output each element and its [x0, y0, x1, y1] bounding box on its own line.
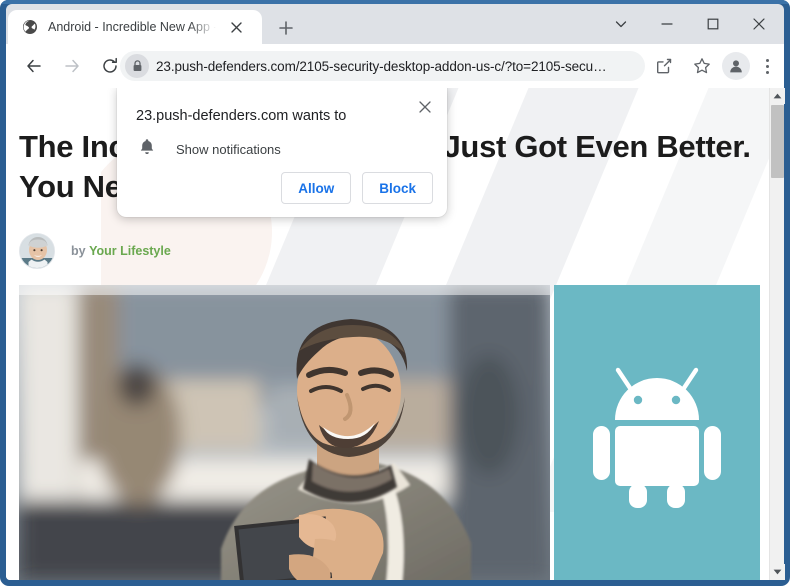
android-robot-icon: [593, 367, 721, 508]
address-bar[interactable]: 23.push-defenders.com/2105-security-desk…: [120, 51, 645, 81]
new-tab-button[interactable]: [274, 16, 298, 40]
minimize-icon: [661, 23, 673, 25]
chrome-menu-icon[interactable]: [754, 51, 780, 81]
tab-close-icon[interactable]: [228, 19, 245, 36]
globe-icon: [22, 19, 38, 35]
share-icon[interactable]: [648, 50, 680, 82]
byline: by Your Lifestyle: [19, 233, 171, 269]
block-button[interactable]: Block: [362, 172, 433, 204]
window-controls: [598, 4, 782, 44]
minimize-button[interactable]: [644, 6, 690, 42]
avatar: [19, 233, 55, 269]
arrow-left-icon: [27, 59, 41, 73]
byline-prefix: by: [71, 244, 86, 258]
permission-dialog-title: 23.push-defenders.com wants to: [136, 108, 347, 124]
tab-title: Android - Incredible New App - I: [48, 20, 216, 34]
tab-search-button[interactable]: [598, 6, 644, 42]
permission-request-row: Show notifications: [139, 138, 281, 160]
arrow-right-icon: [65, 59, 79, 73]
toolbar-right-actions: [642, 50, 780, 82]
maximize-button[interactable]: [690, 6, 736, 42]
browser-window: Android - Incredible New App - I 23.push…: [0, 0, 790, 586]
reload-icon: [103, 57, 117, 73]
forward-button[interactable]: [56, 50, 88, 82]
scrollbar-down-arrow-icon[interactable]: [770, 564, 785, 580]
notification-permission-dialog: 23.push-defenders.com wants to Show noti…: [117, 88, 447, 217]
permission-request-label: Show notifications: [176, 141, 281, 157]
tab-strip: Android - Incredible New App - I: [6, 4, 784, 44]
scrollbar-up-arrow-icon[interactable]: [770, 88, 785, 104]
vertical-scrollbar[interactable]: [769, 88, 785, 580]
hero-photo: [19, 285, 550, 580]
maximize-icon: [707, 18, 719, 30]
lock-icon[interactable]: [125, 54, 149, 78]
browser-toolbar: 23.push-defenders.com/2105-security-desk…: [6, 44, 784, 88]
byline-text: by Your Lifestyle: [71, 244, 171, 258]
chevron-down-icon: [615, 21, 627, 28]
android-panel: [554, 285, 760, 580]
allow-button[interactable]: Allow: [281, 172, 352, 204]
address-bar-url: 23.push-defenders.com/2105-security-desk…: [156, 58, 607, 74]
permission-dialog-close-icon[interactable]: [413, 95, 437, 119]
profile-avatar-icon[interactable]: [722, 52, 750, 80]
scrollbar-thumb[interactable]: [771, 105, 784, 178]
bookmark-star-icon[interactable]: [686, 50, 718, 82]
plus-icon: [279, 21, 293, 35]
web-page: The Incredible New App That Just Got Eve…: [6, 88, 769, 580]
byline-author: Your Lifestyle: [89, 244, 171, 258]
browser-tab[interactable]: Android - Incredible New App - I: [8, 10, 262, 44]
close-icon: [753, 18, 765, 30]
back-button[interactable]: [18, 50, 50, 82]
bell-icon: [139, 138, 155, 160]
permission-dialog-actions: Allow Block: [281, 172, 433, 204]
close-button[interactable]: [736, 6, 782, 42]
page-viewport: The Incredible New App That Just Got Eve…: [6, 88, 784, 580]
